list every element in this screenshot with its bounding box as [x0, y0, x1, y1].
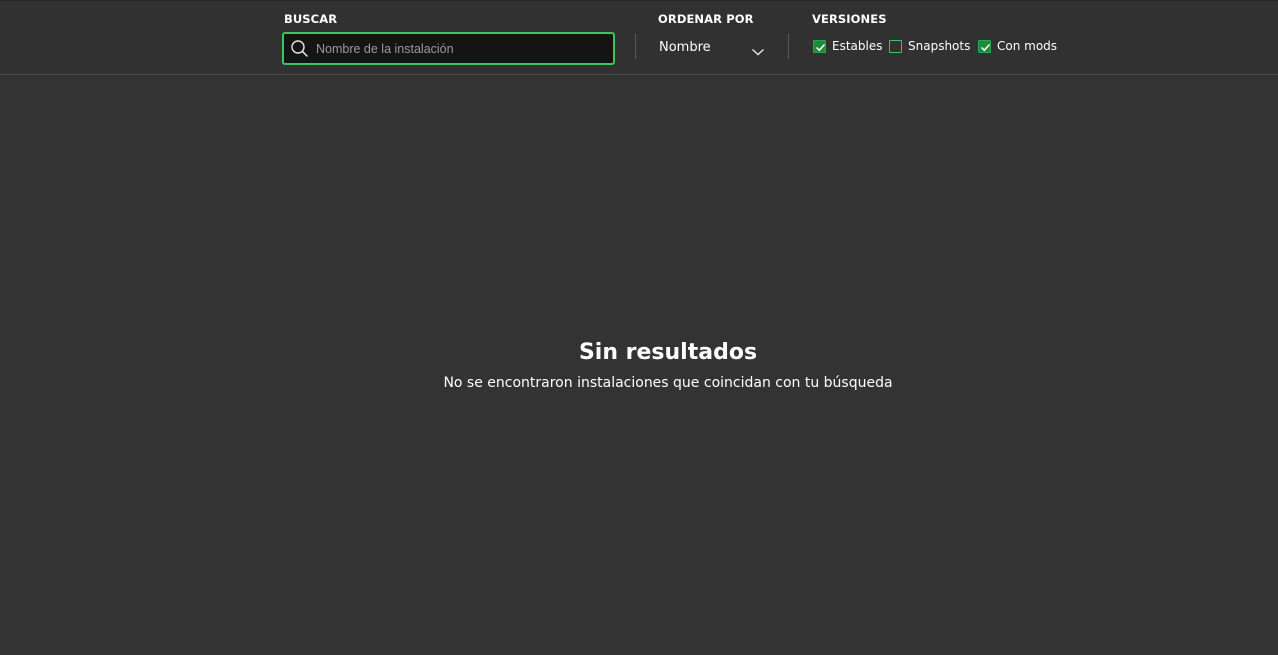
sort-selected-value: Nombre [659, 40, 711, 55]
search-icon [290, 39, 309, 58]
divider [788, 34, 789, 59]
search-label: BUSCAR [284, 12, 338, 26]
checkmark-icon [815, 43, 826, 52]
checkbox-label: Estables [832, 39, 883, 53]
checkbox-box[interactable] [813, 40, 826, 53]
sort-dropdown[interactable]: Nombre [652, 35, 770, 61]
versions-label: VERSIONES [812, 12, 887, 26]
empty-state-message: No se encontraron instalaciones que coin… [443, 375, 893, 391]
checkbox-label: Snapshots [908, 39, 971, 53]
checkbox-box[interactable] [889, 40, 902, 53]
search-box[interactable] [282, 32, 615, 65]
empty-state-title: Sin resultados [578, 340, 758, 365]
chevron-down-icon [751, 42, 765, 56]
checkbox-label: Con mods [997, 39, 1058, 53]
checkmark-icon [980, 43, 991, 52]
divider [635, 34, 636, 59]
checkbox-box[interactable] [978, 40, 991, 53]
search-input[interactable] [316, 38, 606, 60]
filter-toolbar: BUSCAR ORDENAR POR Nombre VERSIONES Esta… [0, 0, 1278, 75]
sort-label: ORDENAR POR [658, 12, 754, 26]
